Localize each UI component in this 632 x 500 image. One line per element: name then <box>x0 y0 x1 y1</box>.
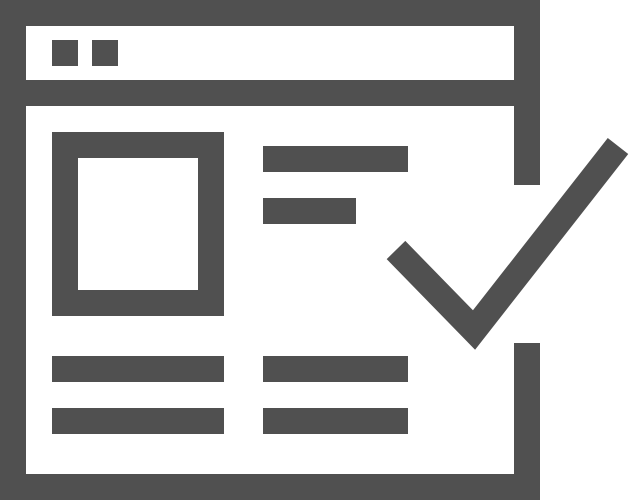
frame-top <box>0 0 540 26</box>
frame-right-lower <box>514 343 540 500</box>
text-line <box>263 146 408 172</box>
window-dot-icon <box>92 40 118 66</box>
window-dot-icon <box>52 40 78 66</box>
window-controls <box>52 40 118 66</box>
image-frame-left <box>52 132 78 316</box>
text-line <box>52 356 224 382</box>
webpage-approved-icon <box>0 0 629 500</box>
image-placeholder-icon <box>52 132 224 316</box>
icon-canvas <box>0 0 632 500</box>
text-line <box>263 198 356 224</box>
frame-bottom <box>0 474 540 500</box>
checkmark-icon <box>386 137 629 350</box>
text-line <box>263 356 408 382</box>
frame-left <box>0 0 26 500</box>
body-text-lines <box>52 356 408 434</box>
image-frame-right <box>198 132 224 316</box>
toolbar-divider <box>0 80 540 106</box>
heading-text-lines <box>263 146 408 224</box>
text-line <box>263 408 408 434</box>
text-line <box>52 408 224 434</box>
